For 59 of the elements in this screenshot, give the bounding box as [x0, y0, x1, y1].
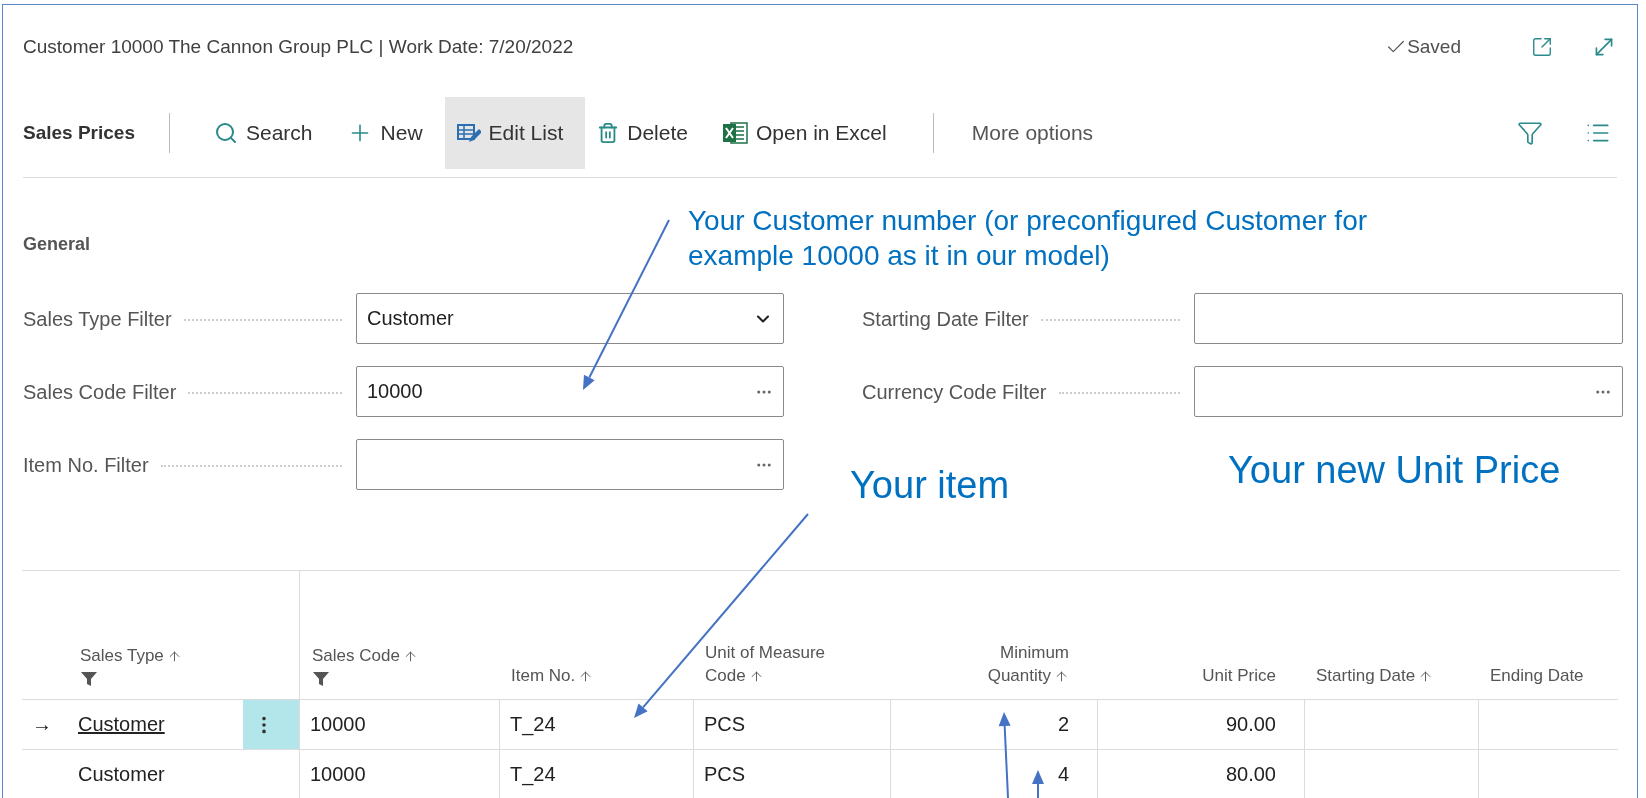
more-options-button[interactable]: More options: [961, 121, 1104, 145]
search-action-button[interactable]: Search: [194, 97, 335, 169]
sort-up-icon: [748, 669, 764, 684]
input-field[interactable]: 10000: [356, 366, 784, 417]
table-cell: 90.00: [1225, 713, 1276, 736]
sort-up-icon: [1054, 669, 1069, 684]
table-cell: 4: [1057, 763, 1069, 786]
excel-action-button[interactable]: Open in Excel: [709, 97, 909, 169]
column-header[interactable]: Starting Date: [1316, 664, 1434, 687]
input-field[interactable]: [356, 439, 784, 490]
filter-icon: [80, 671, 98, 687]
sort-up-icon: [402, 649, 418, 664]
column-header[interactable]: Sales Type: [80, 644, 182, 667]
open-new-window-icon[interactable]: [1531, 36, 1553, 58]
column-header[interactable]: Item No.: [511, 664, 594, 687]
filter-icon: [312, 671, 330, 687]
column-header[interactable]: Minimum Quantity: [959, 641, 1069, 687]
saved-status: Saved: [1407, 36, 1461, 58]
annotation-text: Your item: [850, 463, 1010, 508]
table-cell: 2: [1057, 713, 1069, 736]
annotation-arrow: [1032, 770, 1044, 798]
window-title: Customer 10000 The Cannon Group PLC | Work Date: 7/20/2022: [23, 36, 575, 58]
field-label: Sales Code Filter: [23, 366, 356, 419]
field-label: Item No. Filter: [23, 439, 356, 492]
field-label: Currency Code Filter: [862, 366, 1194, 419]
spreadsheet-icon: [721, 121, 748, 145]
table-cell: T_24: [510, 763, 556, 786]
row-link[interactable]: Customer: [78, 713, 165, 736]
row-menu-cell[interactable]: [243, 700, 299, 750]
search-icon: [214, 121, 238, 145]
table-cell: 80.00: [1225, 763, 1276, 786]
input-field[interactable]: [1194, 293, 1623, 344]
input-field[interactable]: [1194, 366, 1623, 417]
trash-icon: [597, 122, 620, 144]
column-header[interactable]: Sales Code: [312, 644, 418, 667]
new-action-button[interactable]: New: [334, 97, 445, 169]
field-label: Starting Date Filter: [862, 293, 1194, 346]
table-cell: PCS: [704, 713, 746, 736]
column-header[interactable]: Unit Price: [1202, 664, 1276, 687]
annotation-text: Your Customer number (or preconfigured Customer for example 10000 as it in our model): [688, 204, 1369, 273]
section-heading: General: [23, 234, 91, 256]
filter-icon[interactable]: [1517, 120, 1543, 146]
sort-up-icon: [1418, 669, 1434, 684]
table-cell: T_24: [510, 713, 556, 736]
table-cell: PCS: [704, 763, 746, 786]
edit-action-button[interactable]: Edit List: [444, 97, 586, 169]
annotation-text: Your new Unit Price: [1228, 448, 1561, 493]
field-label: Sales Type Filter: [23, 293, 356, 346]
sort-up-icon: [578, 669, 594, 684]
delete-action-button[interactable]: Delete: [585, 97, 710, 169]
table-edit-icon: [456, 122, 481, 144]
page-title: Sales Prices: [23, 122, 135, 144]
dropdown-field[interactable]: Customer: [356, 293, 784, 344]
table-cell: 10000: [310, 763, 366, 786]
table-cell: Customer: [78, 763, 165, 786]
table-cell: 10000: [310, 713, 366, 736]
column-header[interactable]: Ending Date: [1490, 664, 1584, 687]
sort-up-icon: [166, 649, 182, 664]
column-header[interactable]: Unit of Measure Code: [705, 641, 855, 687]
